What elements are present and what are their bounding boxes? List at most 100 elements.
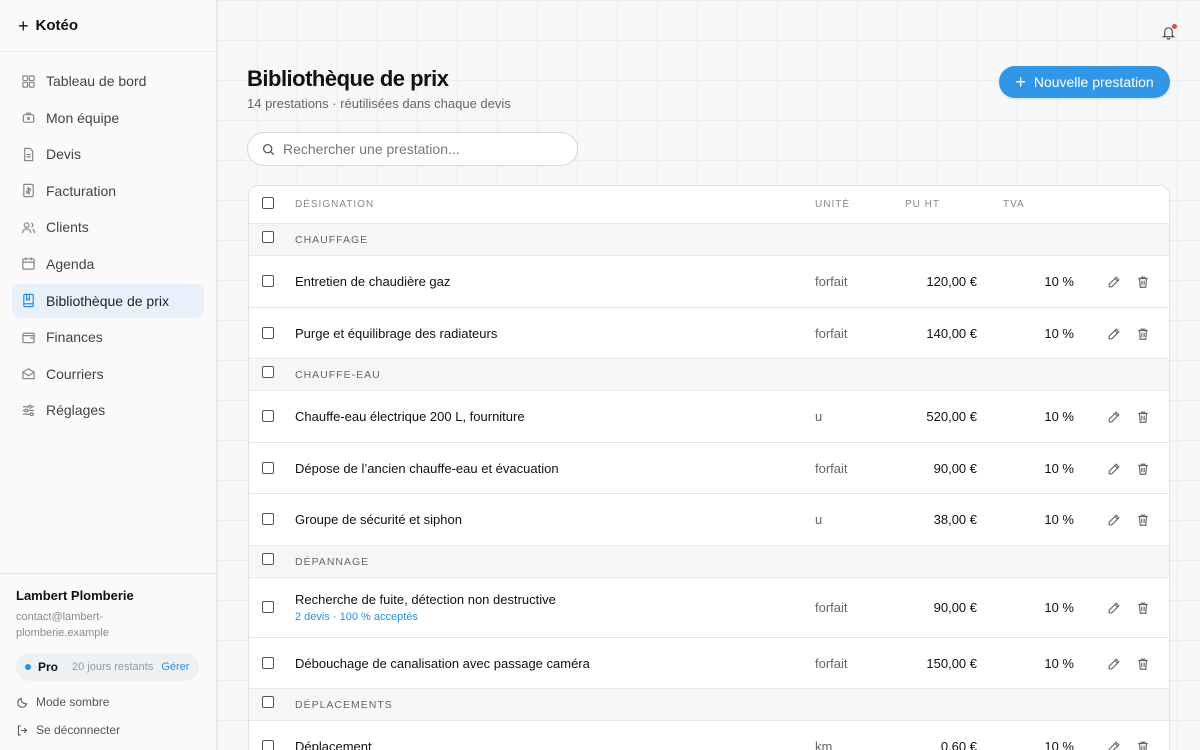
app-logo[interactable]: + Kotéo xyxy=(0,0,216,52)
sidebar-item-label: Courriers xyxy=(46,365,104,382)
trash-icon[interactable] xyxy=(1136,462,1150,476)
trash-icon[interactable] xyxy=(1136,410,1150,424)
sidebar-item-label: Facturation xyxy=(46,182,117,199)
service-unit: u xyxy=(815,409,823,424)
service-unit: forfait xyxy=(815,655,848,671)
sidebar-item-team[interactable]: Mon équipe xyxy=(12,101,204,135)
sidebar: + Kotéo Tableau de bord Mon équipe Devis… xyxy=(0,0,217,750)
plus-icon: + xyxy=(1015,72,1026,92)
dashboard-icon xyxy=(22,74,35,88)
select-all-checkbox[interactable] xyxy=(262,197,274,209)
row-checkbox[interactable] xyxy=(262,275,274,287)
org-name: Lambert Plomberie xyxy=(16,588,134,603)
category-checkbox[interactable] xyxy=(262,696,274,708)
manage-plan-link[interactable]: Gérer xyxy=(161,661,189,673)
logo-plus-icon: + xyxy=(18,15,29,36)
table-header: DÉSIGNATION UNITÉ PU HT TVA xyxy=(249,186,1169,224)
edit-icon[interactable] xyxy=(1107,275,1121,289)
service-name: Chauffe-eau électrique 200 L, fourniture xyxy=(295,409,525,424)
service-price: 120,00 € xyxy=(926,274,977,289)
service-unit: forfait xyxy=(815,460,848,476)
trash-icon[interactable] xyxy=(1136,275,1150,289)
table-row[interactable]: Groupe de sécurité et siphon u 38,00 € 10 % xyxy=(249,494,1169,546)
table-row[interactable]: Chauffe-eau électrique 200 L, fourniture… xyxy=(249,391,1169,443)
service-price: 520,00 € xyxy=(926,409,977,424)
row-checkbox[interactable] xyxy=(262,410,274,422)
service-vat: 10 % xyxy=(1044,274,1074,289)
page-subtitle: 14 prestations · réutilisées dans chaque… xyxy=(247,96,511,111)
search-input[interactable] xyxy=(283,141,563,157)
category-row: CHAUFFAGE xyxy=(249,224,1169,256)
team-icon xyxy=(22,112,35,123)
sidebar-item-settings[interactable]: Réglages xyxy=(12,393,204,427)
service-vat: 10 % xyxy=(1044,460,1074,476)
table-row[interactable]: Dépose de l’ancien chauffe-eau et évacua… xyxy=(249,443,1169,494)
trash-icon[interactable] xyxy=(1136,327,1150,341)
trash-icon[interactable] xyxy=(1136,601,1150,615)
mail-icon xyxy=(22,368,35,380)
service-vat: 10 % xyxy=(1044,599,1074,615)
page-title: Bibliothèque de prix xyxy=(247,66,449,91)
sidebar-item-finances[interactable]: Finances xyxy=(12,320,204,354)
column-header-vat: TVA xyxy=(1003,199,1025,210)
plan-badge: Pro 20 jours restants Gérer xyxy=(16,653,199,681)
new-service-button[interactable]: + Nouvelle prestation xyxy=(999,66,1170,98)
row-checkbox[interactable] xyxy=(262,656,274,669)
row-checkbox[interactable] xyxy=(262,740,274,750)
account-panel: Lambert Plomberie contact@lambert-plombe… xyxy=(0,573,216,750)
edit-icon[interactable] xyxy=(1107,601,1121,615)
row-checkbox[interactable] xyxy=(262,600,274,613)
sidebar-item-price-library[interactable]: Bibliothèque de prix xyxy=(12,283,204,318)
row-checkbox[interactable] xyxy=(262,513,274,525)
sidebar-item-billing[interactable]: Facturation xyxy=(12,174,204,208)
trial-days: 20 jours restants xyxy=(72,661,154,673)
edit-icon[interactable] xyxy=(1107,410,1121,424)
edit-icon[interactable] xyxy=(1107,513,1121,527)
category-row: DÉPANNAGE xyxy=(249,545,1169,578)
plan-name: Pro xyxy=(38,660,59,674)
edit-icon[interactable] xyxy=(1107,327,1121,341)
sidebar-item-clients[interactable]: Clients xyxy=(12,210,204,244)
category-label: CHAUFFE-EAU xyxy=(295,369,381,381)
edit-icon[interactable] xyxy=(1107,740,1121,750)
notifications-button[interactable] xyxy=(1154,18,1182,46)
service-price: 0,60 € xyxy=(940,739,977,750)
logout-button[interactable]: Se déconnecter xyxy=(16,723,200,737)
edit-icon[interactable] xyxy=(1107,462,1121,476)
sidebar-item-mail[interactable]: Courriers xyxy=(12,357,204,391)
dark-mode-label: Mode sombre xyxy=(36,695,110,709)
column-header-designation: DÉSIGNATION xyxy=(295,199,375,210)
service-unit: km xyxy=(815,739,833,750)
table-row[interactable]: Recherche de fuite, détection non destru… xyxy=(249,578,1169,638)
sidebar-item-dashboard[interactable]: Tableau de bord xyxy=(12,64,204,98)
trash-icon[interactable] xyxy=(1136,657,1150,671)
dark-mode-toggle[interactable]: Mode sombre xyxy=(16,695,200,709)
category-label: CHAUFFAGE xyxy=(295,234,369,246)
service-unit: forfait xyxy=(815,599,848,615)
price-table: DÉSIGNATION UNITÉ PU HT TVA CHAUFFAGE Ent… xyxy=(248,185,1170,750)
sidebar-item-agenda[interactable]: Agenda xyxy=(12,247,204,281)
category-checkbox[interactable] xyxy=(262,231,274,243)
table-row[interactable]: Déplacement km 0,60 € 10 % xyxy=(249,721,1169,750)
edit-icon[interactable] xyxy=(1107,657,1121,671)
moon-icon xyxy=(17,697,28,708)
sidebar-item-label: Agenda xyxy=(46,255,95,272)
table-row[interactable]: Purge et équilibrage des radiateurs forfa… xyxy=(249,308,1169,359)
trash-icon[interactable] xyxy=(1136,513,1150,527)
table-row[interactable]: Débouchage de canalisation avec passage … xyxy=(249,638,1169,689)
sidebar-item-label: Réglages xyxy=(46,402,106,419)
row-checkbox[interactable] xyxy=(262,326,274,339)
service-vat: 10 % xyxy=(1044,512,1074,527)
category-row: CHAUFFE-EAU xyxy=(249,359,1169,391)
invoice-icon xyxy=(23,184,34,198)
category-checkbox[interactable] xyxy=(262,366,274,378)
table-row[interactable]: Entretien de chaudière gaz forfait 120,00 … xyxy=(249,256,1169,308)
column-header-unit: UNITÉ xyxy=(815,199,850,210)
book-icon xyxy=(23,293,34,308)
sidebar-item-quotes[interactable]: Devis xyxy=(12,137,204,171)
category-checkbox[interactable] xyxy=(262,552,274,565)
trash-icon[interactable] xyxy=(1136,740,1150,750)
service-name: Purge et équilibrage des radiateurs xyxy=(295,325,498,341)
row-checkbox[interactable] xyxy=(262,461,274,474)
sidebar-item-label: Tableau de bord xyxy=(46,73,147,89)
